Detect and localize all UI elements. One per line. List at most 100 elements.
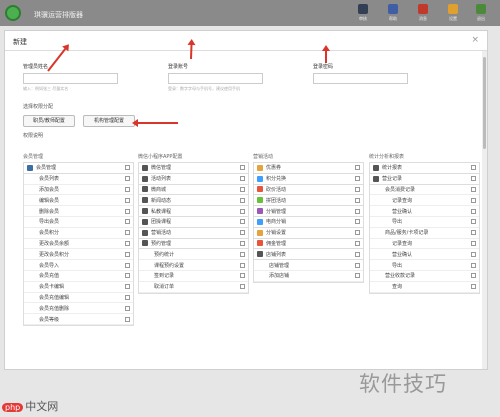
permission-checkbox[interactable] — [355, 197, 360, 203]
permission-checkbox[interactable] — [471, 197, 476, 203]
permission-item[interactable]: 分销管理 — [254, 206, 363, 217]
permission-checkbox[interactable] — [471, 251, 476, 257]
permission-checkbox[interactable] — [125, 230, 130, 236]
permission-checkbox[interactable] — [355, 176, 360, 182]
permission-item[interactable]: 电商分销 — [254, 217, 363, 228]
permission-checkbox[interactable] — [125, 219, 130, 225]
permission-item[interactable]: 营销活动 — [139, 228, 248, 239]
permission-checkbox[interactable] — [355, 251, 360, 257]
toolbar-exit-button[interactable]: 退出 — [468, 4, 494, 22]
permission-checkbox[interactable] — [240, 176, 245, 182]
permission-item[interactable]: 活动列表 — [139, 174, 248, 185]
permission-checkbox[interactable] — [471, 186, 476, 192]
permission-item[interactable]: 优惠券 — [254, 163, 363, 174]
permission-checkbox[interactable] — [240, 219, 245, 225]
dialog-scrollbar[interactable] — [482, 51, 487, 369]
permission-item[interactable]: 会员充值编辑 — [24, 293, 133, 304]
permission-checkbox[interactable] — [125, 316, 130, 322]
permission-item[interactable]: 签到记录 — [139, 271, 248, 282]
close-icon[interactable]: × — [471, 35, 479, 45]
permission-item[interactable]: 砍价活动 — [254, 185, 363, 196]
permission-item[interactable]: 会员管理 — [24, 163, 133, 174]
permission-checkbox[interactable] — [125, 294, 130, 300]
permission-item[interactable]: 查询 — [370, 282, 479, 293]
permission-checkbox[interactable] — [125, 273, 130, 279]
permission-item[interactable]: 营业收款记录 — [370, 271, 479, 282]
permission-item[interactable]: 会员导入 — [24, 260, 133, 271]
permission-item[interactable]: 拼团活动 — [254, 195, 363, 207]
permission-checkbox[interactable] — [355, 262, 360, 268]
permission-checkbox[interactable] — [355, 240, 360, 246]
permission-checkbox[interactable] — [240, 230, 245, 236]
permission-item[interactable]: 积分兑换 — [254, 174, 363, 185]
permission-item[interactable]: 添加会员 — [24, 185, 133, 196]
permission-item[interactable]: 课程预约设置 — [139, 260, 248, 271]
permission-item[interactable]: 佣金管理 — [254, 239, 363, 250]
permission-checkbox[interactable] — [355, 219, 360, 225]
permission-checkbox[interactable] — [240, 273, 245, 279]
permission-item[interactable]: 记录查询 — [370, 195, 479, 207]
permission-item[interactable]: 更改会员积分 — [24, 249, 133, 261]
permission-checkbox[interactable] — [471, 176, 476, 182]
permission-item[interactable]: 会员积分 — [24, 228, 133, 239]
permission-checkbox[interactable] — [125, 165, 130, 171]
permission-checkbox[interactable] — [125, 197, 130, 203]
permission-checkbox[interactable] — [471, 284, 476, 290]
agency-config-button[interactable]: 机构管理配置 — [83, 115, 135, 127]
login-account-input[interactable] — [168, 73, 263, 84]
permission-item[interactable]: 分销设置 — [254, 228, 363, 239]
login-password-input[interactable] — [313, 73, 408, 84]
permission-checkbox[interactable] — [125, 262, 130, 268]
permission-item[interactable]: 预约管理 — [139, 239, 248, 250]
permission-item[interactable]: 记录查询 — [370, 239, 479, 250]
permission-checkbox[interactable] — [471, 262, 476, 268]
permission-checkbox[interactable] — [240, 197, 245, 203]
permission-checkbox[interactable] — [125, 240, 130, 246]
permission-checkbox[interactable] — [471, 208, 476, 214]
permission-item[interactable]: 微信管理 — [139, 163, 248, 174]
permission-checkbox[interactable] — [355, 230, 360, 236]
permission-item[interactable]: 删除会员 — [24, 206, 133, 217]
permission-checkbox[interactable] — [125, 251, 130, 257]
permission-item[interactable]: 营业记录 — [370, 174, 479, 185]
permission-item[interactable]: 导出 — [370, 260, 479, 271]
permission-item[interactable]: 团操课程 — [139, 217, 248, 228]
permission-item[interactable]: 预约统计 — [139, 249, 248, 261]
permission-checkbox[interactable] — [355, 208, 360, 214]
permission-item[interactable]: 会员充值 — [24, 271, 133, 282]
permission-checkbox[interactable] — [125, 284, 130, 290]
admin-name-input[interactable] — [23, 73, 118, 84]
permission-checkbox[interactable] — [471, 230, 476, 236]
permission-checkbox[interactable] — [240, 240, 245, 246]
permission-item[interactable]: 店铺列表 — [254, 249, 363, 261]
permission-checkbox[interactable] — [240, 284, 245, 290]
toolbar-question-button[interactable]: 审核 — [350, 4, 376, 22]
permission-checkbox[interactable] — [240, 262, 245, 268]
permission-item[interactable]: 新闻动态 — [139, 195, 248, 207]
permission-item[interactable]: 店铺管理 — [254, 260, 363, 271]
permission-item[interactable]: 添加店铺 — [254, 271, 363, 282]
permission-checkbox[interactable] — [471, 240, 476, 246]
permission-item[interactable]: 商品/服务/卡项记录 — [370, 228, 479, 239]
permission-item[interactable]: 营业确认 — [370, 206, 479, 217]
permission-item[interactable]: 更改会员余额 — [24, 239, 133, 250]
permission-checkbox[interactable] — [240, 251, 245, 257]
permission-checkbox[interactable] — [355, 165, 360, 171]
permission-checkbox[interactable] — [240, 165, 245, 171]
permission-checkbox[interactable] — [471, 273, 476, 279]
permission-item[interactable]: 会员消费记录 — [370, 185, 479, 196]
permission-checkbox[interactable] — [355, 186, 360, 192]
permission-checkbox[interactable] — [240, 186, 245, 192]
permission-item[interactable]: 会员等级 — [24, 314, 133, 325]
permission-checkbox[interactable] — [125, 186, 130, 192]
permission-item[interactable]: 营业确认 — [370, 249, 479, 261]
permission-checkbox[interactable] — [355, 273, 360, 279]
permission-item[interactable]: 会员卡编辑 — [24, 282, 133, 293]
permission-checkbox[interactable] — [240, 208, 245, 214]
permission-item[interactable]: 导出 — [370, 217, 479, 228]
permission-checkbox[interactable] — [125, 176, 130, 182]
permission-item[interactable]: 取消订单 — [139, 282, 248, 293]
toolbar-settings-button[interactable]: 设置 — [440, 4, 466, 22]
permission-item[interactable]: 编辑会员 — [24, 195, 133, 207]
permission-checkbox[interactable] — [125, 305, 130, 311]
